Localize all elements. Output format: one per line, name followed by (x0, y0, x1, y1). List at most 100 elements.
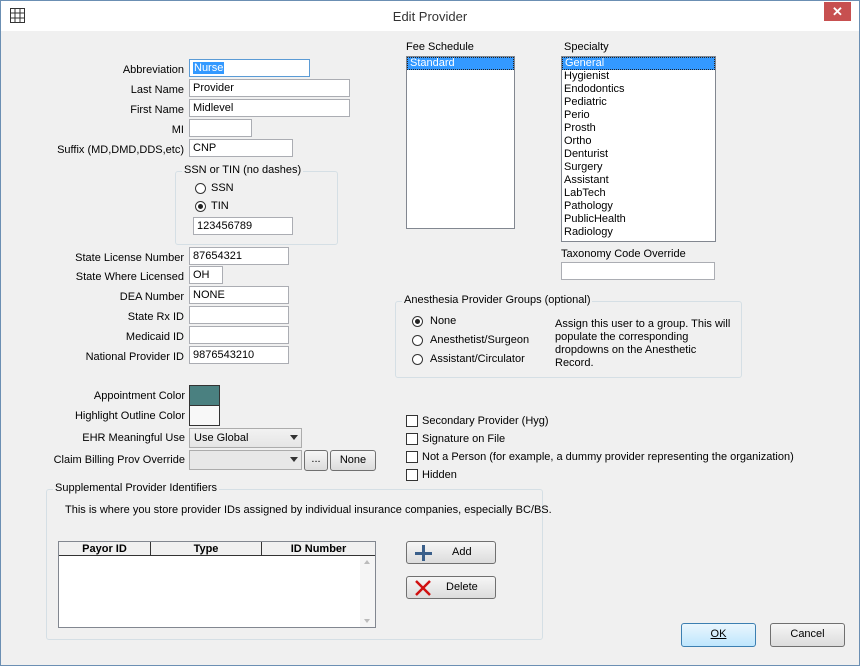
specialty-item[interactable]: Endodontics (562, 83, 715, 96)
fee-schedule-item[interactable]: Standard (407, 57, 514, 70)
scroll-up-icon (364, 560, 370, 564)
abbreviation-input[interactable]: Nurse (189, 59, 310, 77)
dialog-body: Abbreviation Nurse Last Name Provider Fi… (8, 31, 852, 658)
dea-input[interactable]: NONE (189, 286, 289, 304)
last-name-input[interactable]: Provider (189, 79, 350, 97)
ssn-radio-label: SSN (211, 182, 234, 194)
state-license-label: State License Number (75, 252, 184, 264)
claim-billing-none-button[interactable]: None (330, 450, 376, 471)
ssn-radio[interactable] (195, 183, 206, 194)
col-id-number[interactable]: ID Number (262, 542, 375, 556)
specialty-item[interactable]: Denturist (562, 148, 715, 161)
ok-button[interactable]: OK (681, 623, 756, 647)
claim-billing-select[interactable] (189, 450, 302, 470)
specialty-item[interactable]: Ortho (562, 135, 715, 148)
specialty-item[interactable]: General (562, 57, 715, 70)
suffix-input[interactable]: CNP (189, 139, 293, 157)
anesthesia-help-text: Assign this user to a group. This will p… (555, 318, 731, 369)
claim-billing-label: Claim Billing Prov Override (53, 454, 185, 466)
taxonomy-label: Taxonomy Code Override (561, 248, 686, 260)
ok-button-label: OK (710, 628, 727, 640)
mi-label: MI (171, 124, 184, 136)
state-rx-input[interactable] (189, 306, 289, 324)
ehr-label: EHR Meaningful Use (82, 432, 185, 444)
col-payor-id[interactable]: Payor ID (59, 542, 151, 556)
supplemental-title: Supplemental Provider Identifiers (53, 482, 220, 494)
medicaid-label: Medicaid ID (125, 331, 184, 343)
chevron-down-icon (290, 435, 298, 440)
title-bar[interactable]: Edit Provider ✕ (1, 1, 859, 31)
anesthesia-title: Anesthesia Provider Groups (optional) (402, 294, 593, 306)
chevron-down-icon (290, 457, 298, 462)
cancel-button[interactable]: Cancel (770, 623, 845, 647)
state-where-licensed-label: State Where Licensed (75, 271, 184, 283)
specialty-item[interactable]: Hygienist (562, 70, 715, 83)
first-name-input[interactable]: Midlevel (189, 99, 350, 117)
last-name-label: Last Name (130, 84, 184, 96)
col-type[interactable]: Type (151, 542, 262, 556)
anesthesia-assistant-radio[interactable] (412, 354, 423, 365)
tin-radio-label: TIN (211, 200, 229, 212)
state-license-input[interactable]: 87654321 (189, 247, 289, 265)
delete-button[interactable]: Delete (406, 576, 496, 599)
tin-radio[interactable] (195, 201, 206, 212)
taxonomy-input[interactable] (561, 262, 715, 280)
supplemental-grid[interactable]: Payor ID Type ID Number (58, 541, 376, 628)
first-name-label: First Name (130, 104, 184, 116)
ehr-select-value: Use Global (194, 432, 249, 444)
anesthesia-none-radio[interactable] (412, 316, 423, 327)
ssn-tin-title: SSN or TIN (no dashes) (182, 164, 304, 176)
not-a-person-checkbox[interactable] (406, 451, 418, 463)
specialty-item[interactable]: Pathology (562, 200, 715, 213)
specialty-item[interactable]: Prosth (562, 122, 715, 135)
delete-x-icon (415, 580, 431, 596)
supplemental-group: Supplemental Provider Identifiers This i… (46, 482, 552, 640)
mi-input[interactable] (189, 119, 252, 137)
specialty-list[interactable]: General Hygienist Endodontics Pediatric Peri… (561, 56, 716, 242)
fee-schedule-list[interactable]: Standard (406, 56, 515, 229)
highlight-color-swatch[interactable] (189, 405, 220, 426)
ssn-tin-group: SSN or TIN (no dashes) SSN TIN 123456789 (175, 164, 338, 245)
supplemental-description: This is where you store provider IDs ass… (65, 504, 552, 516)
hidden-label: Hidden (422, 469, 457, 481)
grid-scrollbar[interactable] (360, 556, 375, 627)
suffix-label: Suffix (MD,DMD,DDS,etc) (57, 144, 184, 156)
dea-label: DEA Number (119, 291, 184, 303)
specialty-item[interactable]: Perio (562, 109, 715, 122)
specialty-item[interactable]: PublicHealth (562, 213, 715, 226)
specialty-item[interactable]: Assistant (562, 174, 715, 187)
abbreviation-label: Abbreviation (122, 64, 184, 76)
delete-button-label: Delete (446, 581, 478, 593)
secondary-provider-label: Secondary Provider (Hyg) (422, 415, 549, 427)
medicaid-input[interactable] (189, 326, 289, 344)
anesthesia-surgeon-radio[interactable] (412, 335, 423, 346)
specialty-item[interactable]: Surgery (562, 161, 715, 174)
edit-provider-window: Edit Provider ✕ Abbreviation Nurse Last … (0, 0, 860, 666)
window-title: Edit Provider (392, 9, 468, 24)
anesthesia-group: Anesthesia Provider Groups (optional) No… (395, 294, 742, 378)
close-icon: ✕ (832, 4, 843, 19)
secondary-provider-checkbox[interactable] (406, 415, 418, 427)
cancel-button-label: Cancel (790, 628, 825, 640)
specialty-item[interactable]: LabTech (562, 187, 715, 200)
npi-input[interactable]: 9876543210 (189, 346, 289, 364)
appointment-color-swatch[interactable] (189, 385, 220, 406)
not-a-person-label: Not a Person (for example, a dummy provi… (422, 451, 794, 463)
add-button[interactable]: Add (406, 541, 496, 564)
claim-billing-browse-button[interactable]: ... (304, 450, 328, 471)
signature-on-file-label: Signature on File (422, 433, 506, 445)
add-button-label: Add (452, 546, 472, 558)
state-where-licensed-input[interactable]: OH (189, 266, 223, 284)
fee-schedule-label: Fee Schedule (406, 41, 474, 53)
specialty-label: Specialty (564, 41, 609, 53)
highlight-color-label: Highlight Outline Color (74, 410, 185, 422)
specialty-item[interactable]: Pediatric (562, 96, 715, 109)
hidden-checkbox[interactable] (406, 469, 418, 481)
ehr-select[interactable]: Use Global (189, 428, 302, 448)
signature-on-file-checkbox[interactable] (406, 433, 418, 445)
anesthesia-none-label: None (430, 315, 457, 327)
specialty-item[interactable]: Radiology (562, 226, 715, 239)
ssn-tin-input[interactable]: 123456789 (193, 217, 293, 235)
abbreviation-value: Nurse (193, 62, 225, 74)
close-button[interactable]: ✕ (824, 2, 851, 21)
